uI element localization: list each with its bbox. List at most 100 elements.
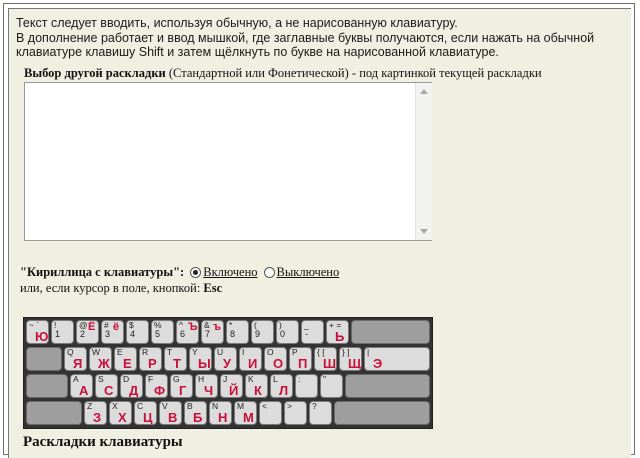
keyboard-key[interactable]: WЖ <box>89 347 112 371</box>
keyboard-key[interactable]: QЯ <box>64 347 87 371</box>
keyboard-key[interactable]: { [Ш <box>314 347 337 371</box>
section-title: Раскладки клавиатуры <box>23 434 183 450</box>
keyboard-key[interactable]: AА <box>70 374 93 398</box>
key-cyrillic-label: С <box>104 383 114 398</box>
keyboard-key[interactable]: ^ 6 Ъ <box>176 320 199 344</box>
key-cyrillic-label: А <box>79 383 89 398</box>
keyboard-key[interactable]: SС <box>95 374 118 398</box>
right-shift-key[interactable] <box>334 401 430 425</box>
keyboard-key[interactable]: ~ ` Ю <box>26 320 49 344</box>
scroll-up-arrow-icon[interactable] <box>420 89 428 94</box>
keyboard-key[interactable]: DД <box>120 374 143 398</box>
keyboard-key[interactable]: RР <box>139 347 162 371</box>
keyboard-key[interactable]: VВ <box>159 401 182 425</box>
key-digit-label: 5 <box>155 329 161 339</box>
key-cyrillic-label: Л <box>279 383 289 398</box>
keyboard-key[interactable]: ? <box>309 401 332 425</box>
radio-off[interactable] <box>263 267 275 278</box>
key-cyrillic-label: И <box>248 356 258 371</box>
keyboard-key[interactable]: _ - <box>301 320 324 344</box>
key-cyrillic-label: Т <box>173 356 181 371</box>
key-cyrillic-label: Ь <box>335 329 345 344</box>
keyboard-key[interactable]: UУ <box>214 347 237 371</box>
scroll-down-arrow-icon[interactable] <box>420 229 428 234</box>
keyboard-key[interactable]: #3 ё <box>101 320 124 344</box>
keyboard-key[interactable]: $4 <box>126 320 149 344</box>
keyboard-key[interactable]: GГ <box>170 374 193 398</box>
instructions: Текст следует вводить, используя обычную… <box>16 16 616 60</box>
key-digit-label: 4 <box>130 329 136 339</box>
radio-off-label[interactable]: Выключено <box>277 265 340 280</box>
key-digit-label: 3 <box>105 329 111 339</box>
key-cyrillic-label: ъ <box>213 321 222 333</box>
instruction-line-3: клавиатуре клавишу Shift и затем щёлкнут… <box>16 45 499 59</box>
keyboard-key[interactable]: ! 1 <box>51 320 74 344</box>
keyboard-key[interactable]: @2 Ё <box>76 320 99 344</box>
textarea-scrollbar[interactable] <box>415 83 432 240</box>
key-latin-label: S <box>98 374 104 384</box>
key-latin-label: P <box>292 347 298 357</box>
layout-hint-bold: Выбор другой раскладки <box>24 66 166 80</box>
keyboard-key[interactable]: EЕ <box>114 347 137 371</box>
enter-key[interactable] <box>345 374 430 398</box>
keyboard-key[interactable]: MМ <box>234 401 257 425</box>
left-shift-key[interactable] <box>26 401 82 425</box>
key-latin-label: T <box>167 347 173 357</box>
keyboard-key[interactable]: } ] Щ <box>339 347 362 371</box>
key-latin-label: V <box>162 401 168 411</box>
key-digit-label: 0 <box>280 329 286 339</box>
keyboard-key[interactable]: TТ <box>164 347 187 371</box>
keyboard-key[interactable]: JЙ <box>220 374 243 398</box>
key-latin-label: J <box>223 374 228 384</box>
key-latin-label: L <box>273 374 278 384</box>
keyboard-key[interactable]: * 8 <box>226 320 249 344</box>
keyboard-key[interactable]: NН <box>209 401 232 425</box>
keyboard-key[interactable]: OО <box>264 347 287 371</box>
keyboard-key[interactable]: " <box>320 374 343 398</box>
key-cyrillic-label: Р <box>148 356 157 371</box>
keyboard-key[interactable]: BБ <box>184 401 207 425</box>
key-cyrillic-label: Е <box>123 356 132 371</box>
keyboard-key[interactable]: (9 <box>251 320 274 344</box>
key-cyrillic-label: Г <box>179 383 187 398</box>
keyboard-key[interactable]: CЦ <box>134 401 157 425</box>
instruction-line-2: В дополнение работает и ввод мышкой, где… <box>16 30 595 45</box>
key-cyrillic-label: Щ <box>348 356 362 371</box>
text-input-area[interactable] <box>24 82 432 241</box>
keyboard-key[interactable]: : <box>295 374 318 398</box>
key-digit-label: 2 <box>80 329 86 339</box>
keyboard-key[interactable]: KК <box>245 374 268 398</box>
key-digit-label: 7 <box>205 329 211 339</box>
keyboard-key[interactable]: HЧ <box>195 374 218 398</box>
keyboard-key[interactable]: YЫ <box>189 347 212 371</box>
key-latin-label: F <box>148 374 154 384</box>
caps-lock-key[interactable] <box>26 374 68 398</box>
key-cyrillic-label: У <box>223 356 232 371</box>
key-latin-label: Y <box>192 347 198 357</box>
keyboard-key[interactable]: < <box>259 401 282 425</box>
keyboard-key[interactable]: ) 0 <box>276 320 299 344</box>
keyboard-key[interactable]: & 7 ъ <box>201 320 224 344</box>
radio-on[interactable] <box>190 267 202 278</box>
keyboard-key[interactable]: FФ <box>145 374 168 398</box>
instruction-line-1: Текст следует вводить, используя обычную… <box>16 16 458 30</box>
key-latin-label: K <box>248 374 254 384</box>
cyrillic-toggle-label: "Кириллица с клавиатуры": <box>20 265 185 279</box>
esc-key-label: Esc <box>203 281 223 295</box>
tab-key[interactable] <box>26 347 62 371</box>
radio-on-label[interactable]: Включено <box>203 265 257 280</box>
keyboard-key[interactable]: PП <box>289 347 312 371</box>
keyboard-key[interactable]: + = Ь <box>326 320 349 344</box>
keyboard-key[interactable]: LЛ <box>270 374 293 398</box>
keyboard-key[interactable]: XХ <box>109 401 132 425</box>
keyboard-key[interactable]: IИ <box>239 347 262 371</box>
esc-hint-text: или, если курсор в поле, кнопкой: <box>20 281 204 295</box>
backspace-key[interactable] <box>351 320 430 344</box>
keyboard-key[interactable]: > <box>284 401 307 425</box>
layout-hint-rest: (Стандартной или Фонетической) - под кар… <box>165 66 542 80</box>
key-digit-label: 6 <box>180 329 186 339</box>
keyboard-key[interactable]: ZЗ <box>84 401 107 425</box>
keyboard-key[interactable]: | Э <box>364 347 430 371</box>
keyboard-key[interactable]: % 5 <box>151 320 174 344</box>
key-latin-label: Z <box>87 401 93 411</box>
